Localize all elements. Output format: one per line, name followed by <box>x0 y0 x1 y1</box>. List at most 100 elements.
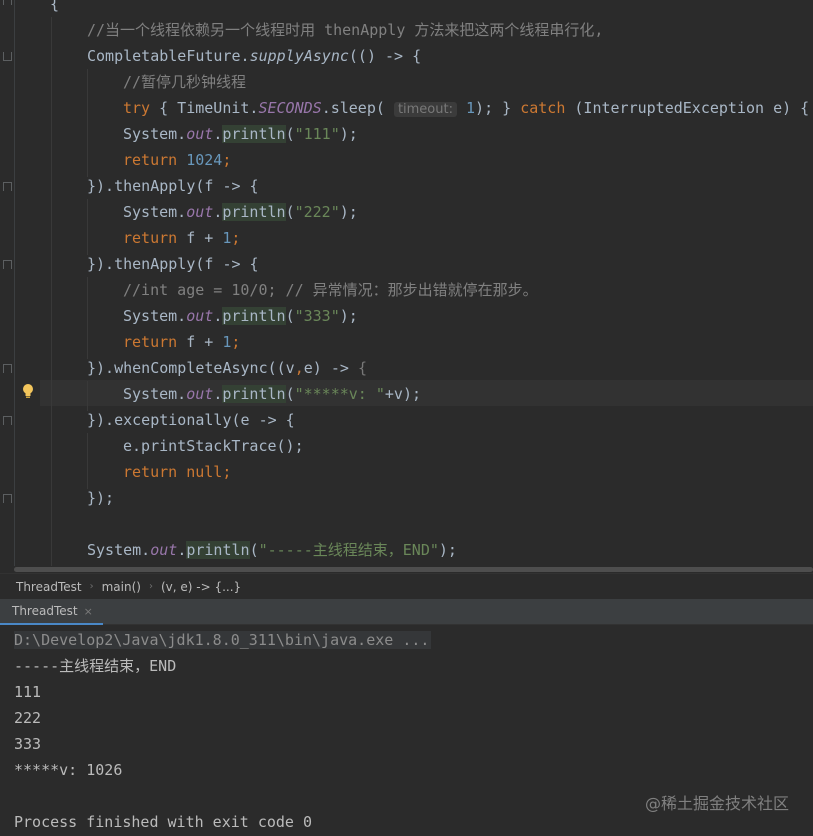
code-token: . <box>213 385 223 403</box>
code-token: }); <box>87 489 115 507</box>
code-token: . <box>213 125 223 143</box>
horizontal-scrollbar[interactable] <box>0 566 813 573</box>
code-line: }).thenApply(f -> { <box>87 173 259 199</box>
code-token: return <box>123 229 178 247</box>
code-token: (InterruptedException e) { e <box>565 99 813 117</box>
code-token: System. <box>123 385 187 403</box>
code-token: out <box>150 541 178 559</box>
code-line: CompletableFuture.supplyAsync(() -> { <box>87 43 421 69</box>
code-token: System. <box>123 203 187 221</box>
code-line: System.out.println("333"); <box>123 303 358 329</box>
code-token: ; <box>222 463 232 481</box>
fold-marker-icon[interactable] <box>3 0 12 5</box>
code-line: //int age = 10/0; // 异常情况：那步出错就停在那步。 <box>123 277 538 303</box>
code-token: ( <box>285 125 295 143</box>
code-token: e.printStackTrace(); <box>123 437 304 455</box>
code-line: }); <box>87 485 114 511</box>
code-token: e) -> <box>303 359 358 377</box>
code-token: . <box>177 541 187 559</box>
console-line: Process finished with exit code 0 <box>14 813 313 831</box>
indent-guide <box>87 69 88 177</box>
code-token: . <box>213 203 223 221</box>
code-token: { <box>50 0 60 13</box>
code-line: System.out.println("111"); <box>123 121 358 147</box>
code-token: }).whenCompleteAsync((v <box>87 359 295 377</box>
scrollbar-thumb[interactable] <box>14 567 813 572</box>
breadcrumb-lambda[interactable]: (v, e) -> {...} <box>161 580 241 594</box>
code-token: }).exceptionally(e -> { <box>87 411 295 429</box>
code-token: ( <box>285 203 295 221</box>
code-token: ); } <box>475 99 521 117</box>
code-token: println <box>186 541 250 559</box>
code-token: { TimeUnit. <box>150 99 259 117</box>
code-token: ( <box>285 307 295 325</box>
console-line: *****v: 1026 <box>14 761 123 779</box>
code-token: out <box>186 125 214 143</box>
code-line: e.printStackTrace(); <box>123 433 304 459</box>
code-token: println <box>222 385 286 403</box>
code-token: ); <box>438 541 457 559</box>
code-token: return <box>123 333 178 351</box>
code-token: }).thenApply(f -> { <box>87 255 259 273</box>
fold-marker-icon[interactable] <box>3 416 12 425</box>
code-line: return f + 1; <box>123 329 240 355</box>
code-token: "-----主线程结束，END" <box>258 541 439 559</box>
code-token: out <box>186 307 214 325</box>
chevron-right-icon: › <box>148 581 153 592</box>
code-token: try <box>123 99 151 117</box>
indent-guide <box>87 433 88 489</box>
code-token: "222" <box>294 203 340 221</box>
code-line: System.out.println("*****v: "+v); <box>123 381 421 407</box>
indent-guide <box>51 17 52 573</box>
code-line: //当一个线程依赖另一个线程时用 thenApply 方法来把这两个线程串行化, <box>87 17 603 43</box>
code-token: ); <box>339 125 358 143</box>
code-token: out <box>186 203 214 221</box>
code-token: CompletableFuture. <box>87 47 250 65</box>
console-line: 333 <box>14 735 42 753</box>
console-line: D:\Develop2\Java\jdk1.8.0_311\bin\java.e… <box>14 627 432 653</box>
code-token: System. <box>87 541 151 559</box>
code-token: out <box>186 385 214 403</box>
code-token: println <box>222 203 286 221</box>
code-token: f + <box>177 229 223 247</box>
code-token: ; <box>231 333 241 351</box>
code-token: catch <box>520 99 566 117</box>
code-token: System. <box>123 307 187 325</box>
code-line: { <box>50 0 59 17</box>
code-token: System. <box>123 125 187 143</box>
code-line: return null; <box>123 459 231 485</box>
code-token: SECONDS <box>258 99 322 117</box>
code-token: //当一个线程依赖另一个线程时用 thenApply 方法来把这两个线程串行化, <box>87 21 604 39</box>
code-token: }).thenApply(f -> { <box>87 177 259 195</box>
code-token: 1024 <box>186 151 223 169</box>
fold-marker-icon[interactable] <box>3 182 12 191</box>
breadcrumb-method[interactable]: main() <box>102 580 141 594</box>
code-token: (() -> { <box>348 47 422 65</box>
fold-marker-icon[interactable] <box>3 364 12 373</box>
code-line: }).exceptionally(e -> { <box>87 407 295 433</box>
code-line: System.out.println("222"); <box>123 199 358 225</box>
code-token: //int age = 10/0; // 异常情况：那步出错就停在那步。 <box>123 281 538 299</box>
fold-marker-icon[interactable] <box>3 260 12 269</box>
lightbulb-icon[interactable] <box>21 383 35 399</box>
code-token: "111" <box>294 125 340 143</box>
indent-guide <box>87 277 88 359</box>
code-token: "333" <box>294 307 340 325</box>
code-token: return <box>123 151 178 169</box>
code-token: null <box>186 463 223 481</box>
console-command[interactable]: D:\Develop2\Java\jdk1.8.0_311\bin\java.e… <box>14 631 432 649</box>
chevron-right-icon: › <box>89 581 94 592</box>
breadcrumb-class[interactable]: ThreadTest <box>16 580 82 594</box>
code-editor[interactable]: { //当一个线程依赖另一个线程时用 thenApply 方法来把这两个线程串行化… <box>0 0 813 573</box>
code-line: try { TimeUnit.SECONDS.sleep( timeout: 1… <box>123 95 813 121</box>
code-token: println <box>222 307 286 325</box>
fold-marker-icon[interactable] <box>3 52 12 61</box>
code-token: . <box>213 307 223 325</box>
close-icon[interactable]: × <box>84 605 93 618</box>
watermark: @稀土掘金技术社区 <box>644 794 789 813</box>
tab-threadtest[interactable]: ThreadTest × <box>0 599 103 625</box>
fold-marker-icon[interactable] <box>3 494 12 503</box>
editor-gutter[interactable] <box>0 0 40 573</box>
